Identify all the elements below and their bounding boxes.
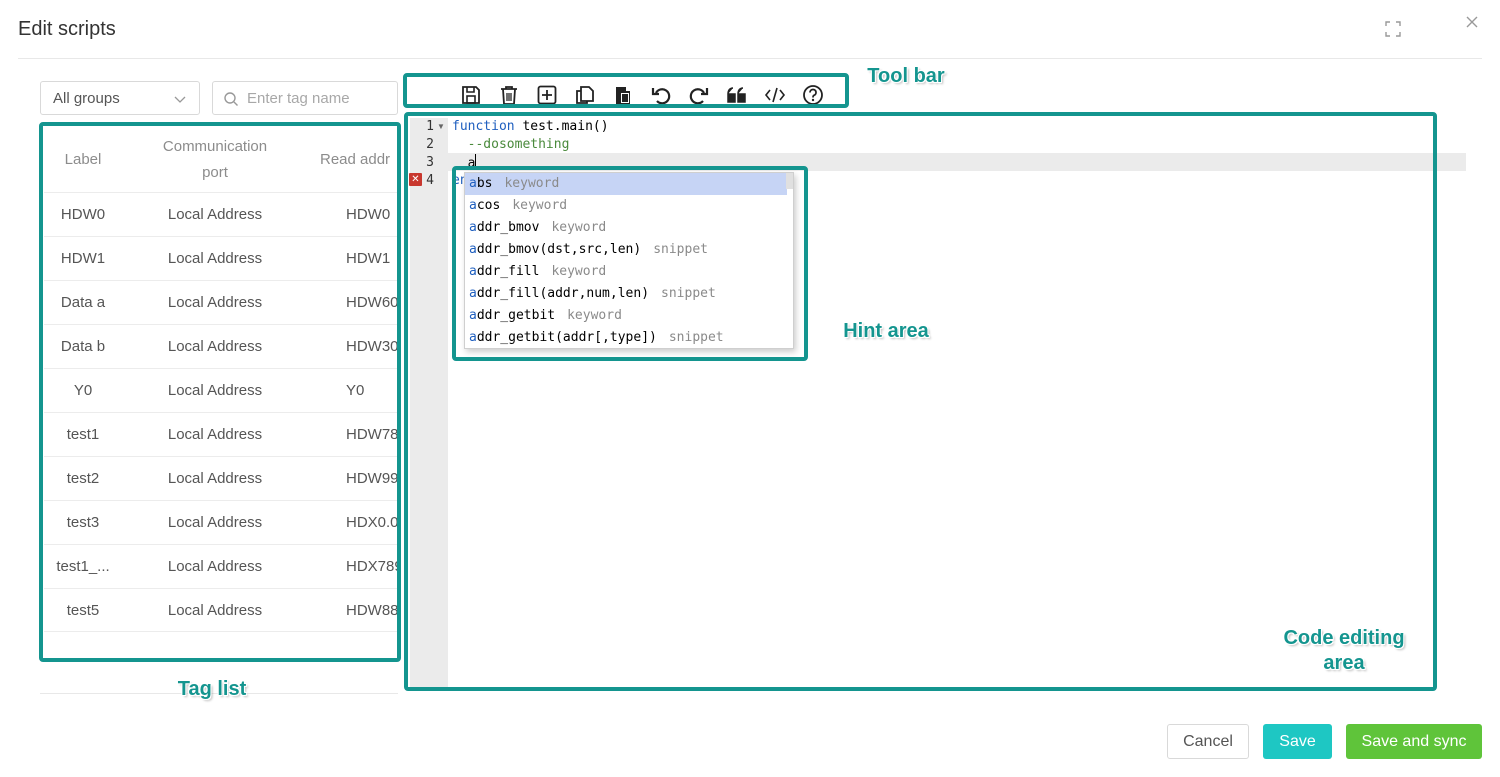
group-select[interactable]: All groups [40,81,200,115]
chevron-down-icon [174,96,186,103]
save-button[interactable]: Save [1263,724,1332,759]
code-area-annotation-label: Code editing area [1283,627,1405,674]
tag-search-input[interactable] [247,88,393,108]
tag-list-annotation-box [39,122,401,662]
edit-scripts-dialog: Edit scripts All groups Label Communicat… [0,0,1500,777]
cancel-button[interactable]: Cancel [1167,724,1249,759]
tag-search[interactable] [212,81,398,115]
toolbar-annotation-label: Tool bar [867,65,945,87]
dialog-title: Edit scripts [18,18,116,40]
hint-area-annotation-label: Hint area [843,320,929,342]
header-divider [18,58,1482,59]
toolbar-annotation-box [403,73,849,108]
tag-list-annotation-label: Tag list [177,678,247,700]
search-icon [224,92,238,106]
close-icon[interactable] [1464,14,1480,30]
maximize-icon[interactable] [1385,21,1401,37]
group-select-value: All groups [53,90,120,107]
save-and-sync-button[interactable]: Save and sync [1346,724,1482,759]
hint-area-annotation-box [452,166,808,361]
